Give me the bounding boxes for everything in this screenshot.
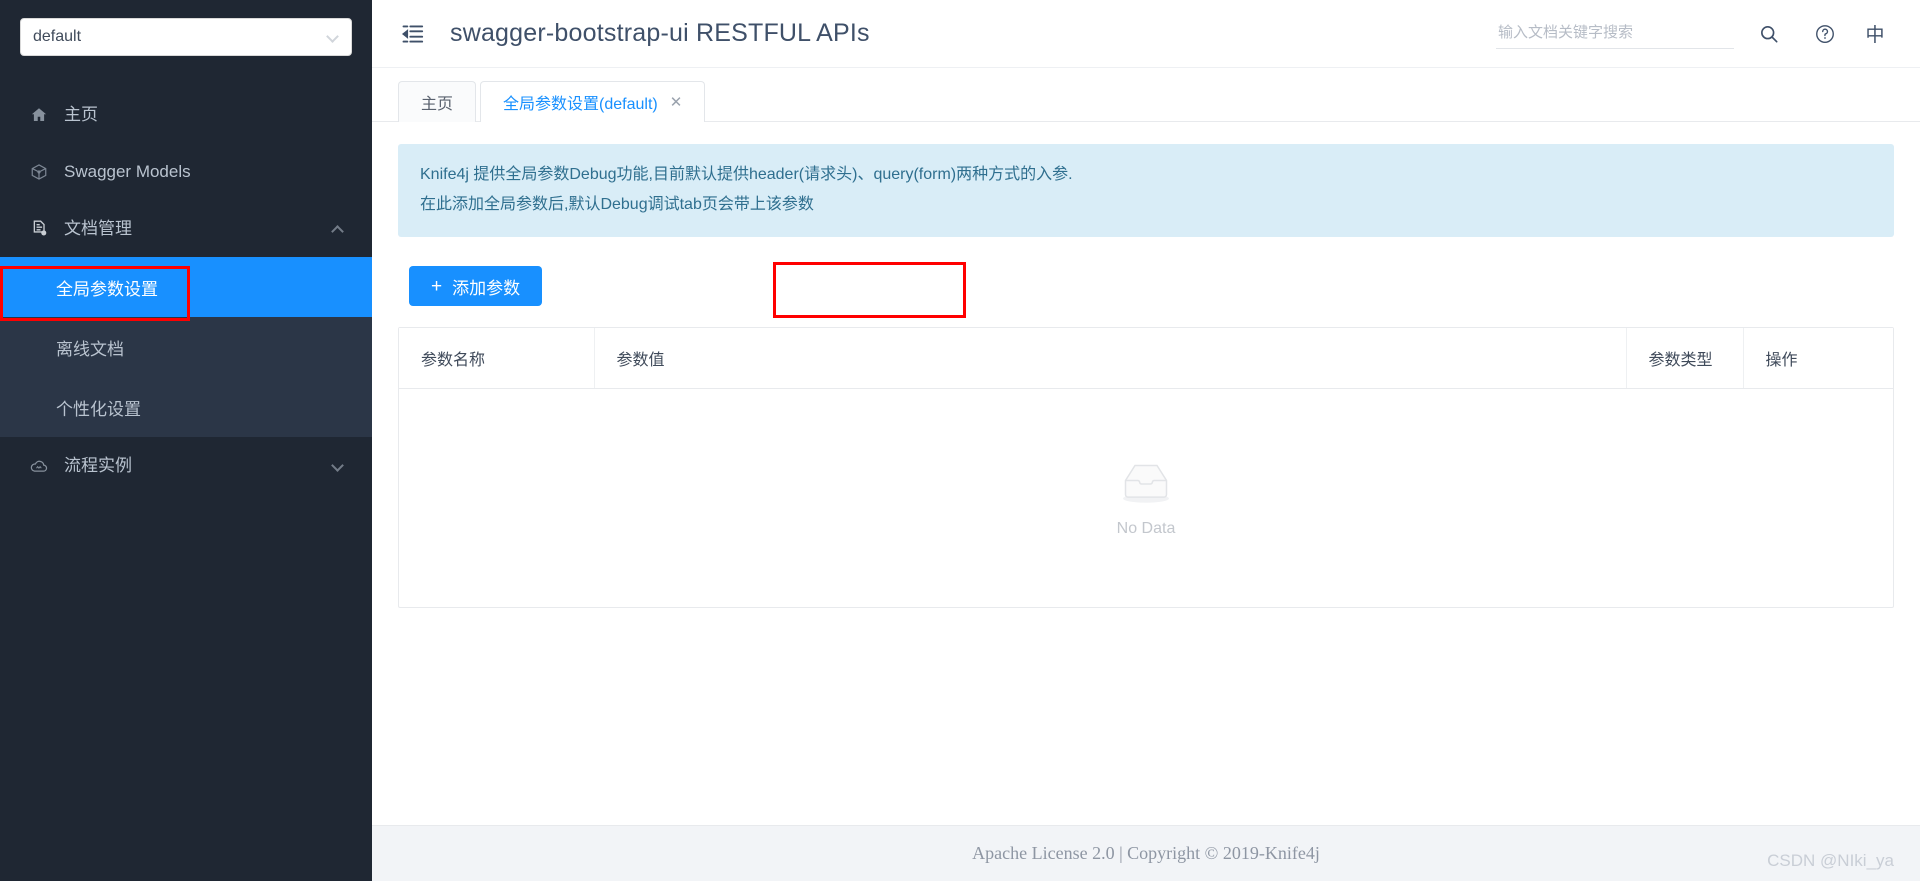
sidebar-item-home-label: 主页 — [64, 105, 98, 124]
sidebar-item-swagger-models[interactable]: Swagger Models — [0, 143, 372, 200]
main-area: swagger-bootstrap-ui RESTFUL APIs 输入文档关键… — [372, 0, 1920, 881]
document-settings-icon — [28, 218, 50, 240]
column-header-param-name: 参数名称 — [399, 328, 595, 389]
sidebar-item-home[interactable]: 主页 — [0, 86, 372, 143]
params-table-card: 参数名称 参数值 参数类型 操作 No Data — [398, 327, 1894, 608]
page-title: swagger-bootstrap-ui RESTFUL APIs — [450, 19, 870, 47]
tab-bar: 主页 全局参数设置(default) ✕ — [372, 68, 1920, 122]
info-alert: Knife4j 提供全局参数Debug功能,目前默认提供header(请求头)、… — [398, 144, 1894, 237]
topbar-actions: 中 — [1496, 13, 1896, 55]
sidebar-item-personal-settings[interactable]: 个性化设置 — [0, 377, 372, 437]
table-header-row: 参数名称 参数值 参数类型 操作 — [399, 328, 1893, 389]
tab-home[interactable]: 主页 — [398, 81, 477, 122]
app-root: default 主页 Swagger Models 文档管理 全局参数设置 离线… — [0, 0, 1920, 881]
cube-icon — [28, 161, 50, 183]
params-table-head: 参数名称 参数值 参数类型 操作 — [399, 328, 1893, 389]
plus-icon: + — [431, 275, 443, 297]
close-icon[interactable]: ✕ — [670, 95, 683, 110]
sidebar-submenu-doc-management: 全局参数设置 离线文档 个性化设置 — [0, 257, 372, 437]
chevron-down-icon — [327, 31, 339, 43]
add-param-button[interactable]: + 添加参数 — [409, 266, 543, 306]
tab-global-params-label: 全局参数设置(default) — [503, 96, 658, 113]
sidebar-menu: 主页 Swagger Models 文档管理 全局参数设置 离线文档 个性化设置… — [0, 86, 372, 881]
footer: Apache License 2.0 | Copyright © 2019-Kn… — [372, 825, 1920, 881]
add-param-button-label: 添加参数 — [452, 278, 521, 298]
sidebar: default 主页 Swagger Models 文档管理 全局参数设置 离线… — [0, 0, 372, 881]
service-select-value: default — [33, 28, 82, 45]
footer-text: Apache License 2.0 | Copyright © 2019-Kn… — [972, 843, 1320, 863]
empty-state-cell: No Data — [399, 389, 1893, 607]
sidebar-item-global-params[interactable]: 全局参数设置 — [0, 257, 372, 317]
service-select-wrapper: default — [0, 0, 372, 56]
empty-state-label: No Data — [1116, 520, 1176, 538]
column-header-param-type: 参数类型 — [1626, 328, 1744, 389]
sidebar-item-process-instance[interactable]: 流程实例 — [0, 437, 372, 494]
tab-home-label: 主页 — [421, 96, 454, 113]
question-circle-icon[interactable] — [1804, 13, 1846, 55]
empty-state-row: No Data — [399, 389, 1893, 607]
sidebar-item-offline-doc[interactable]: 离线文档 — [0, 317, 372, 377]
home-icon — [28, 104, 50, 126]
sidebar-item-process-instance-label: 流程实例 — [64, 456, 132, 475]
sidebar-item-doc-management-label: 文档管理 — [64, 219, 132, 238]
sidebar-item-doc-management[interactable]: 文档管理 — [0, 200, 372, 257]
info-alert-line-1: Knife4j 提供全局参数Debug功能,目前默认提供header(请求头)、… — [420, 166, 1073, 183]
tab-global-params[interactable]: 全局参数设置(default) ✕ — [480, 81, 706, 122]
empty-inbox-icon — [1113, 457, 1179, 512]
topbar: swagger-bootstrap-ui RESTFUL APIs 输入文档关键… — [372, 0, 1920, 68]
menu-fold-icon[interactable] — [400, 21, 426, 47]
column-header-actions: 操作 — [1743, 328, 1893, 389]
params-table-body: No Data — [399, 389, 1893, 607]
search-input[interactable] — [1496, 18, 1734, 49]
info-alert-line-2: 在此添加全局参数后,默认Debug调试tab页会带上该参数 — [420, 196, 814, 213]
sidebar-item-global-params-label: 全局参数设置 — [56, 279, 158, 299]
search-icon[interactable] — [1748, 13, 1790, 55]
sidebar-item-personal-settings-label: 个性化设置 — [56, 399, 141, 419]
content-panel: Knife4j 提供全局参数Debug功能,目前默认提供header(请求头)、… — [372, 122, 1920, 825]
language-toggle[interactable]: 中 — [1858, 20, 1892, 47]
cloud-icon — [28, 455, 50, 477]
empty-state: No Data — [400, 457, 1892, 538]
column-header-param-value: 参数值 — [594, 328, 1627, 389]
chevron-up-icon — [332, 223, 344, 235]
sidebar-item-offline-doc-label: 离线文档 — [56, 339, 124, 359]
chevron-down-icon — [332, 460, 344, 472]
toolbar-row: + 添加参数 — [398, 263, 1894, 309]
sidebar-item-swagger-models-label: Swagger Models — [64, 162, 191, 181]
params-table: 参数名称 参数值 参数类型 操作 No Data — [399, 328, 1893, 607]
service-select[interactable]: default — [20, 18, 352, 56]
